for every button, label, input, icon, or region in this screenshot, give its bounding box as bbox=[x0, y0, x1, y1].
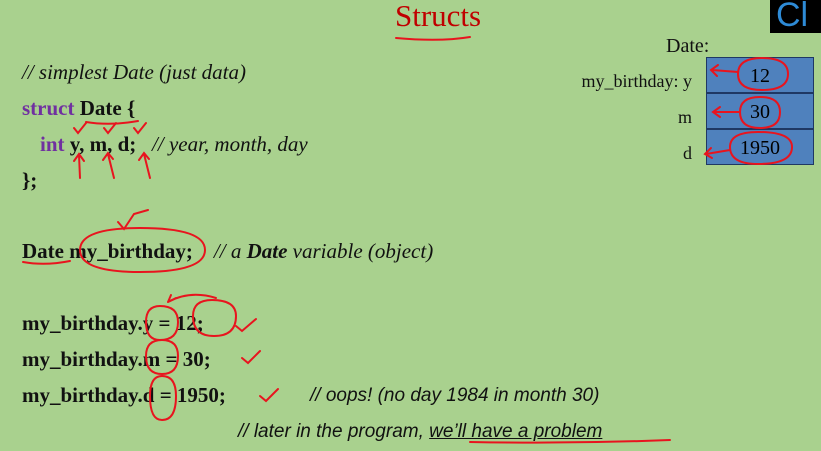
declaration-line: Date my_birthday; // a Date variable (ob… bbox=[22, 239, 433, 264]
slide-title: Structs bbox=[395, 0, 482, 33]
arrow-y bbox=[73, 152, 85, 179]
arrow-12-to-y bbox=[167, 293, 217, 303]
int-keyword: int bbox=[40, 132, 65, 156]
assign-y: my_birthday.y = 12; bbox=[22, 311, 204, 335]
later-comment-a: // later in the program, bbox=[238, 421, 430, 442]
title-underline bbox=[395, 36, 471, 41]
fields-comment: // year, month, day bbox=[152, 132, 308, 156]
row-label-y: my_birthday: y bbox=[581, 71, 693, 91]
later-comment: // later in the program, we’ll have a pr… bbox=[238, 421, 602, 443]
struct-keyword: struct bbox=[22, 96, 75, 120]
cell-m: 30 bbox=[706, 93, 814, 129]
assign-d: my_birthday.d = 1950; bbox=[22, 383, 226, 407]
check-assign-y bbox=[235, 318, 257, 333]
later-comment-b: we’ll have a problem bbox=[429, 421, 603, 442]
cell-y: 12 bbox=[706, 57, 814, 93]
comment-simplest-date: // simplest Date (just data) bbox=[22, 60, 246, 84]
decl-comment-b: Date bbox=[246, 239, 288, 263]
oops-comment: // oops! (no day 1984 in month 30) bbox=[310, 385, 600, 406]
struct-declaration-line: struct Date { bbox=[22, 96, 135, 121]
decl-variable: my_birthday; bbox=[69, 239, 193, 263]
decl-comment-a: // a bbox=[213, 239, 247, 263]
row-label-d: d bbox=[683, 143, 692, 163]
struct-close: }; bbox=[22, 168, 38, 192]
decl-check bbox=[117, 209, 149, 231]
struct-open-brace: { bbox=[121, 96, 136, 120]
struct-name-underline bbox=[85, 120, 139, 125]
corner-logo: Cl bbox=[770, 0, 821, 33]
struct-name: Date bbox=[79, 96, 122, 120]
check-assign-d bbox=[259, 388, 279, 403]
decl-type: Date bbox=[22, 239, 64, 263]
slide: Structs Cl // simplest Date (just data) … bbox=[0, 0, 821, 451]
field-list: y, m, d; bbox=[69, 132, 137, 156]
fields-line: int y, m, d; // year, month, day bbox=[40, 132, 308, 157]
cell-d: 1950 bbox=[706, 129, 814, 165]
assign-m: my_birthday.m = 30; bbox=[22, 347, 211, 371]
decl-comment-c: variable (object) bbox=[287, 239, 434, 263]
check-assign-m bbox=[241, 350, 261, 365]
corner-logo-text: Cl bbox=[776, 0, 809, 33]
diagram-title: Date: bbox=[666, 35, 710, 57]
row-label-m: m bbox=[677, 107, 692, 127]
